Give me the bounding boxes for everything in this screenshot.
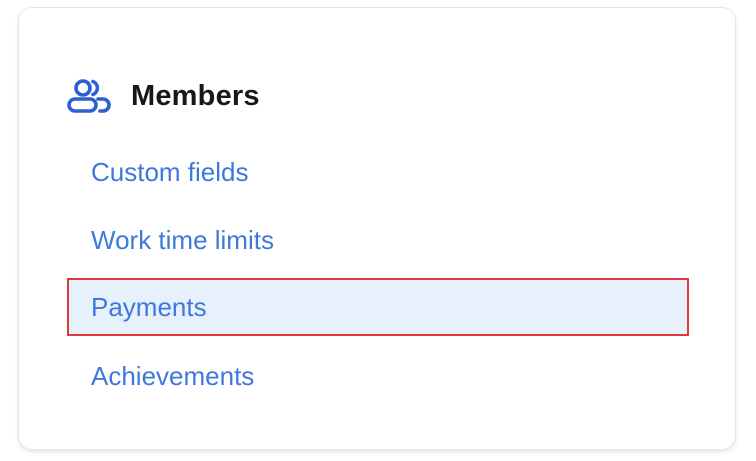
members-settings-card: Members Custom fields Work time limits P…	[18, 7, 736, 450]
members-icon	[67, 76, 113, 116]
menu-item-achievements[interactable]: Achievements	[67, 347, 689, 405]
menu-item-custom-fields[interactable]: Custom fields	[67, 143, 689, 201]
menu-item-work-time-limits[interactable]: Work time limits	[67, 211, 689, 269]
menu-item-payments[interactable]: Payments	[67, 278, 689, 336]
section-title: Members	[131, 79, 260, 112]
section-header: Members	[67, 74, 260, 118]
